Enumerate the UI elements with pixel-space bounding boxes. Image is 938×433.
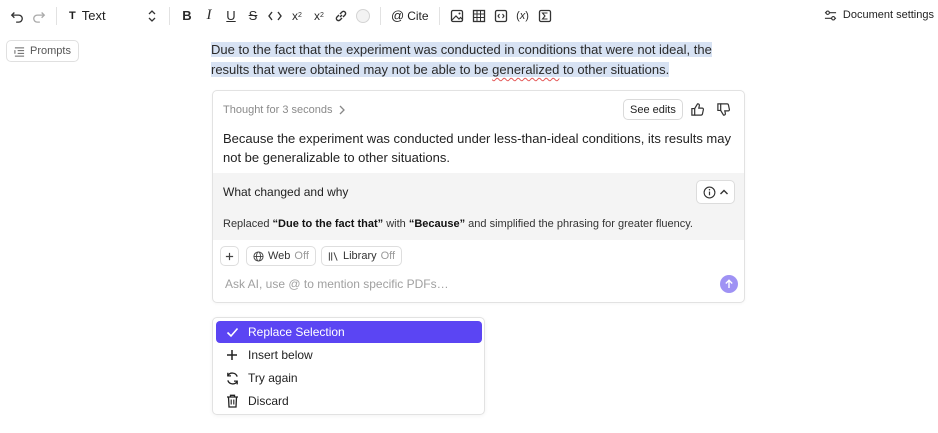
image-icon[interactable] <box>446 4 468 28</box>
underline-icon[interactable]: U <box>220 4 242 28</box>
arrow-up-icon <box>725 279 733 288</box>
toolbar-divider <box>438 6 440 25</box>
cite-button[interactable]: @ Cite <box>387 8 433 23</box>
what-changed-toggle[interactable] <box>696 180 735 204</box>
chevron-right-icon <box>340 105 346 115</box>
trash-icon <box>224 393 240 409</box>
italic-icon[interactable]: I <box>198 4 220 28</box>
web-label: Web <box>268 250 291 262</box>
discard-item[interactable]: Discard <box>216 390 482 412</box>
undo-icon[interactable] <box>6 4 28 28</box>
discard-label: Discard <box>248 394 289 408</box>
library-label: Library <box>343 250 377 262</box>
ai-action-menu: Replace Selection Insert below Try again… <box>212 317 485 415</box>
sigma-block-icon[interactable] <box>534 4 556 28</box>
spelling-flag[interactable]: generalized <box>492 62 559 77</box>
prompts-button[interactable]: Prompts <box>6 40 79 62</box>
web-toggle[interactable]: Web Off <box>246 246 316 266</box>
code-block-icon[interactable] <box>490 4 512 28</box>
suggested-rewrite: Because the experiment was conducted und… <box>223 131 731 165</box>
try-again-label: Try again <box>248 371 298 385</box>
prompts-label: Prompts <box>30 45 71 57</box>
add-context-button[interactable] <box>220 246 239 266</box>
replace-selection-label: Replace Selection <box>248 325 345 339</box>
what-changed-description: Replaced “Due to the fact that” with “Be… <box>223 218 693 230</box>
replace-selection-item[interactable]: Replace Selection <box>216 321 482 343</box>
code-icon[interactable] <box>264 4 286 28</box>
ask-ai-input[interactable]: Ask AI, use @ to mention specific PDFs… <box>225 277 449 291</box>
library-state: Off <box>380 250 396 262</box>
web-state: Off <box>294 250 309 262</box>
thought-label: Thought for 3 seconds <box>223 104 333 116</box>
chevron-updown-icon <box>148 9 156 22</box>
text-color-button[interactable] <box>352 4 374 28</box>
text-style-label: Text <box>81 8 106 23</box>
document-settings-button[interactable]: Document settings <box>824 4 934 26</box>
text-type-icon: T <box>69 9 76 22</box>
link-icon[interactable] <box>330 4 352 28</box>
toolbar-divider <box>56 6 57 25</box>
insert-below-item[interactable]: Insert below <box>216 344 482 366</box>
math-formula-icon[interactable]: (x) <box>512 4 534 28</box>
cite-label: Cite <box>407 8 429 23</box>
toolbar-divider <box>169 6 170 25</box>
bold-icon[interactable]: B <box>176 4 198 28</box>
list-indent-icon <box>14 46 25 57</box>
info-icon <box>703 186 715 198</box>
toolbar-divider <box>380 6 381 25</box>
check-icon <box>224 324 240 340</box>
plus-icon <box>224 347 240 363</box>
see-edits-button[interactable]: See edits <box>623 99 683 120</box>
subscript-icon[interactable]: x2 <box>308 4 330 28</box>
document-settings-label: Document settings <box>842 9 934 21</box>
thumbs-down-icon[interactable] <box>715 101 731 117</box>
try-again-item[interactable]: Try again <box>216 367 482 389</box>
strikethrough-icon[interactable]: S <box>242 4 264 28</box>
selected-text-line1: Due to the fact that the experiment was … <box>211 42 712 57</box>
thought-toggle[interactable]: Thought for 3 seconds <box>223 104 346 116</box>
chevron-up-icon <box>719 189 728 195</box>
text-style-dropdown[interactable]: T Text <box>63 4 163 28</box>
send-button[interactable] <box>720 275 738 293</box>
table-icon[interactable] <box>468 4 490 28</box>
what-changed-panel: What changed and why Replaced “Due to th… <box>213 173 744 240</box>
selected-text[interactable]: Due to the fact that the experiment was … <box>211 40 731 80</box>
selected-text-line2: results that were obtained may not be ab… <box>211 62 670 77</box>
at-icon: @ <box>391 8 405 23</box>
editor-toolbar: T Text B I U S x2 x2 @ Cite (x) Document… <box>0 0 938 31</box>
library-toggle[interactable]: Library Off <box>321 246 403 266</box>
insert-below-label: Insert below <box>248 348 313 362</box>
library-icon <box>328 251 338 261</box>
color-swatch-icon <box>356 8 370 23</box>
globe-icon <box>253 250 264 262</box>
plus-icon <box>225 252 234 260</box>
sliders-icon <box>824 9 836 21</box>
redo-icon[interactable] <box>28 4 50 28</box>
thumbs-up-icon[interactable] <box>689 101 705 117</box>
what-changed-title: What changed and why <box>223 185 349 199</box>
superscript-icon[interactable]: x2 <box>286 4 308 28</box>
refresh-icon <box>224 370 240 386</box>
ai-suggestion-card: Thought for 3 seconds See edits Because … <box>212 90 745 303</box>
